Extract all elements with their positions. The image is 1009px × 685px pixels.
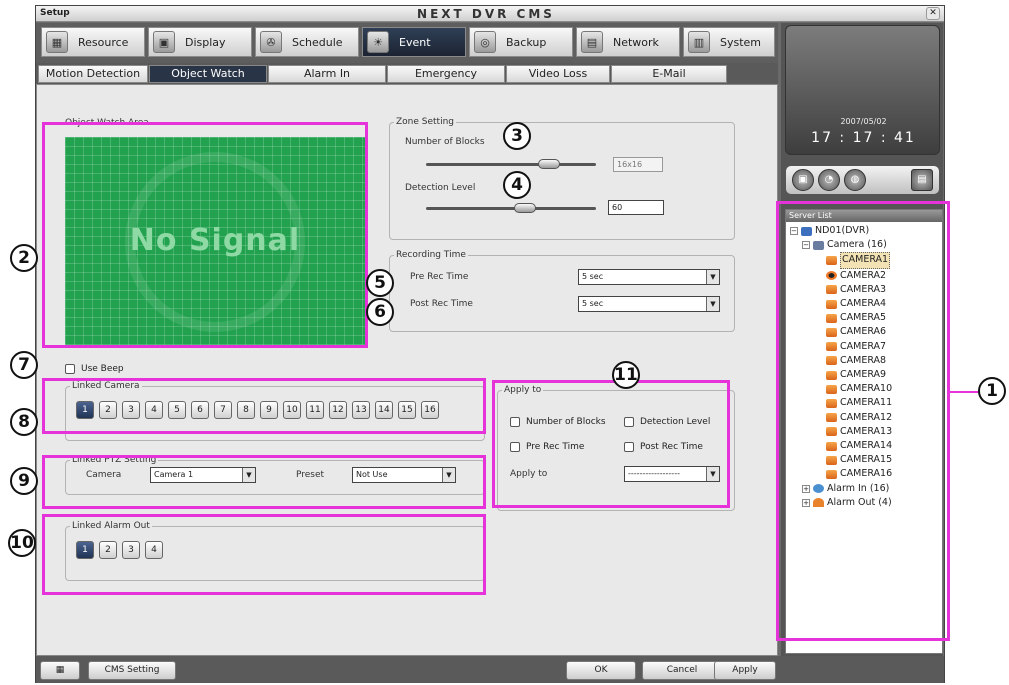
display-icon: ▣ <box>153 31 175 53</box>
pre-rec-label: Pre Rec Time <box>410 272 469 282</box>
globe-icon[interactable]: ◍ <box>844 169 866 191</box>
blocks-slider[interactable] <box>426 159 596 169</box>
toolbar-icons: ▣ ◔ ◍ ▤ <box>785 165 940 195</box>
network-icon: ▤ <box>581 31 603 53</box>
callout-4: 4 <box>503 171 531 199</box>
cancel-button[interactable]: Cancel <box>642 661 722 680</box>
tab-emergency[interactable]: Emergency <box>387 65 505 83</box>
tab-object-watch[interactable]: Object Watch <box>149 65 267 83</box>
callout-5: 5 <box>366 269 394 297</box>
zone-setting-legend: Zone Setting <box>396 117 454 127</box>
callout-2: 2 <box>10 244 38 272</box>
system-icon: ▥ <box>688 31 710 53</box>
keyboard-button[interactable]: ▦ <box>40 661 80 680</box>
highlight-linked-alarm-out <box>42 514 486 595</box>
callout-3: 3 <box>503 122 531 150</box>
callout-11: 11 <box>612 361 640 389</box>
apply-button[interactable]: Apply <box>714 661 776 680</box>
use-beep-checkbox[interactable]: Use Beep <box>65 364 124 374</box>
recording-time-legend: Recording Time <box>396 250 466 260</box>
close-icon[interactable]: ✕ <box>926 7 940 20</box>
search-icon[interactable]: ◔ <box>818 169 840 191</box>
blocks-slider-handle[interactable] <box>538 159 560 169</box>
detection-level-input[interactable]: 60 <box>608 200 664 215</box>
camera-view-icon[interactable]: ▣ <box>792 169 814 191</box>
ok-button[interactable]: OK <box>566 661 636 680</box>
layout-menu-icon[interactable]: ▤ <box>911 169 933 191</box>
highlight-server-list <box>776 201 950 641</box>
schedule-icon: ✇ <box>260 31 282 53</box>
menu-display[interactable]: ▣ Display <box>148 27 252 57</box>
checkbox-box[interactable] <box>65 364 75 374</box>
main-menu: ▦ Resource ▣ Display ✇ Schedule ☀ Event ◎ Bac… <box>36 23 778 63</box>
cms-setting-button[interactable]: CMS Setting <box>88 661 176 680</box>
bottom-bar: ▦ CMS Setting OK Cancel Apply <box>36 656 944 683</box>
menu-event[interactable]: ☀ Event <box>362 27 466 57</box>
clock-time: 17 : 17 : 41 <box>811 130 916 146</box>
menu-backup[interactable]: ◎ Backup <box>469 27 573 57</box>
blocks-label: Number of Blocks <box>405 137 485 147</box>
highlight-apply-to <box>492 380 730 508</box>
callout-8: 8 <box>10 408 38 436</box>
tab-video-loss[interactable]: Video Loss <box>506 65 610 83</box>
event-subtabs: Motion Detection Object Watch Alarm In E… <box>36 63 778 84</box>
title-bar: Setup NEXT DVR CMS ✕ <box>36 6 944 22</box>
callout-6: 6 <box>366 298 394 326</box>
detection-level-label: Detection Level <box>405 183 476 193</box>
callout-leader-1 <box>950 391 980 393</box>
recording-time-group: Recording Time Pre Rec Time 5 sec ▼ Post … <box>389 250 735 332</box>
highlight-linked-ptz <box>42 455 486 509</box>
tab-alarm-in[interactable]: Alarm In <box>268 65 386 83</box>
callout-1: 1 <box>978 377 1006 405</box>
post-rec-select[interactable]: 5 sec ▼ <box>578 296 720 312</box>
menu-network[interactable]: ▤ Network <box>576 27 680 57</box>
callout-7: 7 <box>10 351 38 379</box>
chevron-down-icon: ▼ <box>706 297 719 311</box>
post-rec-label: Post Rec Time <box>410 299 473 309</box>
menu-resource[interactable]: ▦ Resource <box>41 27 145 57</box>
keyboard-icon: ▦ <box>55 665 65 675</box>
backup-icon: ◎ <box>474 31 496 53</box>
blocks-value: 16x16 <box>613 157 663 172</box>
event-icon: ☀ <box>367 31 389 53</box>
clock-panel: 2007/05/02 17 : 17 : 41 <box>785 25 940 155</box>
menu-system[interactable]: ▥ System <box>683 27 775 57</box>
tab-email[interactable]: E-Mail <box>611 65 727 83</box>
menu-schedule[interactable]: ✇ Schedule <box>255 27 359 57</box>
callout-9: 9 <box>10 467 38 495</box>
highlight-linked-camera <box>42 378 486 434</box>
detection-level-handle[interactable] <box>514 203 536 213</box>
clock-date: 2007/05/02 <box>840 117 887 126</box>
callout-10: 10 <box>8 529 36 557</box>
highlight-object-watch-area <box>42 122 368 348</box>
resource-icon: ▦ <box>46 31 68 53</box>
zone-setting-group: Zone Setting Number of Blocks 16x16 Dete… <box>389 117 735 240</box>
chevron-down-icon: ▼ <box>706 270 719 284</box>
pre-rec-select[interactable]: 5 sec ▼ <box>578 269 720 285</box>
detection-level-slider[interactable] <box>426 203 596 213</box>
app-title: NEXT DVR CMS <box>417 7 555 21</box>
tab-motion-detection[interactable]: Motion Detection <box>38 65 148 83</box>
